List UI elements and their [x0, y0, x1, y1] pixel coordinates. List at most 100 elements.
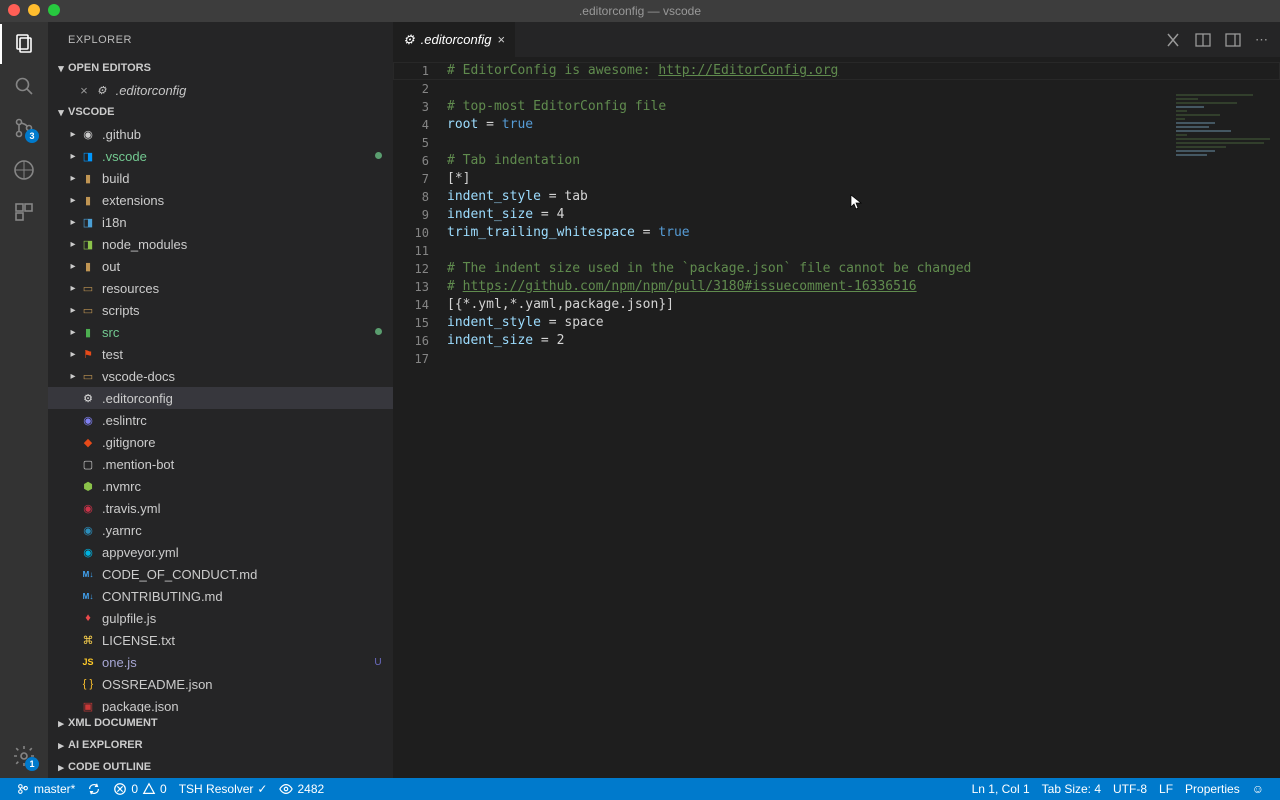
- file-label: .eslintrc: [102, 413, 385, 428]
- compare-icon[interactable]: [1165, 32, 1181, 48]
- file-icon: ▭: [80, 280, 96, 296]
- file-tree[interactable]: ▸◉.github▸◨.vscode▸▮build▸▮extensions▸◨i…: [48, 123, 393, 712]
- tree-item-contributing-md[interactable]: M↓CONTRIBUTING.md: [48, 585, 393, 607]
- language-mode[interactable]: Properties: [1179, 782, 1246, 796]
- file-icon: ⚙: [80, 390, 96, 406]
- tree-item--eslintrc[interactable]: ◉.eslintrc: [48, 409, 393, 431]
- tree-item-appveyor-yml[interactable]: ◉ appveyor.yml: [48, 541, 393, 563]
- eol[interactable]: LF: [1153, 782, 1179, 796]
- file-label: .editorconfig: [102, 391, 385, 406]
- tree-item-license-txt[interactable]: ⌘LICENSE.txt: [48, 629, 393, 651]
- file-icon: M↓: [80, 588, 96, 604]
- file-icon: ▮: [80, 192, 96, 208]
- file-icon: ◨: [80, 236, 96, 252]
- encoding[interactable]: UTF-8: [1107, 782, 1153, 796]
- sidebar-title: EXPLORER: [48, 22, 393, 57]
- chevron-icon: ▸: [66, 217, 80, 228]
- tree-item--nvmrc[interactable]: ⬢.nvmrc: [48, 475, 393, 497]
- tree-item-node-modules[interactable]: ▸◨node_modules: [48, 233, 393, 255]
- titlebar: .editorconfig — vscode: [0, 0, 1280, 22]
- tree-item-src[interactable]: ▸▮src: [48, 321, 393, 343]
- file-icon: ⚑: [80, 346, 96, 362]
- file-icon: ◨: [80, 148, 96, 164]
- tree-item--travis-yml[interactable]: ◉.travis.yml: [48, 497, 393, 519]
- minimize-window[interactable]: [28, 4, 40, 16]
- code-content[interactable]: # EditorConfig is awesome: http://Editor…: [447, 57, 1280, 778]
- search-icon[interactable]: [12, 74, 36, 98]
- split-icon[interactable]: [1195, 32, 1211, 48]
- file-icon: ◆: [80, 434, 96, 450]
- views-status[interactable]: 2482: [273, 778, 330, 800]
- file-icon: ◨: [80, 214, 96, 230]
- file-icon: { }: [80, 676, 96, 692]
- file-label: CODE_OF_CONDUCT.md: [102, 567, 385, 582]
- file-label: .yarnrc: [102, 523, 385, 538]
- tree-item--editorconfig[interactable]: ⚙ .editorconfig: [48, 387, 393, 409]
- tree-item--yarnrc[interactable]: ◉.yarnrc: [48, 519, 393, 541]
- branch-status[interactable]: master*: [10, 778, 81, 800]
- tree-item-out[interactable]: ▸▮out: [48, 255, 393, 277]
- errors-status[interactable]: 0 0: [107, 778, 172, 800]
- tree-item--github[interactable]: ▸◉.github: [48, 123, 393, 145]
- tree-item-scripts[interactable]: ▸▭scripts: [48, 299, 393, 321]
- xml-section[interactable]: ▸XML DOCUMENT: [48, 712, 393, 734]
- tree-item-vscode-docs[interactable]: ▸▭ vscode-docs: [48, 365, 393, 387]
- tree-item-gulpfile-js[interactable]: ♦gulpfile.js: [48, 607, 393, 629]
- file-label: src: [102, 325, 371, 340]
- tree-item-package-json[interactable]: ▣package.json: [48, 695, 393, 712]
- layout-icon[interactable]: [1225, 32, 1241, 48]
- tab-editorconfig[interactable]: ⚙ .editorconfig ×: [393, 22, 516, 57]
- close-icon[interactable]: ×: [80, 83, 88, 98]
- outline-section[interactable]: ▸CODE OUTLINE: [48, 756, 393, 778]
- open-editor-item[interactable]: ×⚙.editorconfig: [48, 79, 393, 101]
- close-tab-icon[interactable]: ×: [497, 32, 505, 47]
- feedback-icon[interactable]: ☺: [1246, 782, 1270, 796]
- tree-item--gitignore[interactable]: ◆.gitignore: [48, 431, 393, 453]
- file-label: resources: [102, 281, 385, 296]
- file-icon: ♦: [80, 610, 96, 626]
- ai-section[interactable]: ▸AI EXPLORER: [48, 734, 393, 756]
- editor-body[interactable]: 1234567891011121314151617 # EditorConfig…: [393, 57, 1280, 778]
- chevron-icon: ▸: [66, 283, 80, 294]
- chevron-icon: ▸: [66, 349, 80, 360]
- file-icon: ▭: [80, 368, 96, 384]
- cursor-position[interactable]: Ln 1, Col 1: [966, 782, 1036, 796]
- file-icon: ◉: [80, 544, 96, 560]
- tree-item-extensions[interactable]: ▸▮extensions: [48, 189, 393, 211]
- workspace-section[interactable]: ▾VSCODE: [48, 101, 393, 123]
- tab-size[interactable]: Tab Size: 4: [1036, 782, 1107, 796]
- debug-icon[interactable]: [12, 158, 36, 182]
- file-icon: ⬢: [80, 478, 96, 494]
- resolver-status[interactable]: TSH Resolver ✓: [173, 778, 274, 800]
- tree-item-resources[interactable]: ▸▭ resources: [48, 277, 393, 299]
- open-editors-section[interactable]: ▾OPEN EDITORS: [48, 57, 393, 79]
- tree-item--mention-bot[interactable]: ▢.mention-bot: [48, 453, 393, 475]
- tree-item-code-of-conduct-md[interactable]: M↓CODE_OF_CONDUCT.md: [48, 563, 393, 585]
- file-label: vscode-docs: [102, 369, 385, 384]
- tree-item--vscode[interactable]: ▸◨.vscode: [48, 145, 393, 167]
- file-label: i18n: [102, 215, 385, 230]
- extensions-icon[interactable]: [12, 200, 36, 224]
- file-label: test: [102, 347, 385, 362]
- chevron-icon: ▸: [66, 129, 80, 140]
- file-label: OSSREADME.json: [102, 677, 385, 692]
- more-icon[interactable]: ⋯: [1255, 32, 1268, 48]
- maximize-window[interactable]: [48, 4, 60, 16]
- chevron-icon: ▸: [66, 261, 80, 272]
- tree-item-one-js[interactable]: JSone.jsU: [48, 651, 393, 673]
- tree-item-build[interactable]: ▸▮build: [48, 167, 393, 189]
- tree-item-ossreadme-json[interactable]: { } OSSREADME.json: [48, 673, 393, 695]
- close-window[interactable]: [8, 4, 20, 16]
- scm-icon[interactable]: 3: [12, 116, 36, 140]
- tree-item-test[interactable]: ▸⚑ test: [48, 343, 393, 365]
- sidebar: EXPLORER ▾OPEN EDITORS ×⚙.editorconfig ▾…: [48, 22, 393, 778]
- modified-indicator: [371, 151, 385, 162]
- explorer-icon[interactable]: [12, 32, 36, 56]
- file-label: appveyor.yml: [102, 545, 385, 560]
- file-icon: ▭: [80, 302, 96, 318]
- chevron-icon: ▸: [66, 371, 80, 382]
- minimap[interactable]: [1170, 92, 1280, 212]
- settings-icon[interactable]: 1: [12, 744, 36, 768]
- tree-item-i18n[interactable]: ▸◨ i18n: [48, 211, 393, 233]
- sync-status[interactable]: [81, 778, 107, 800]
